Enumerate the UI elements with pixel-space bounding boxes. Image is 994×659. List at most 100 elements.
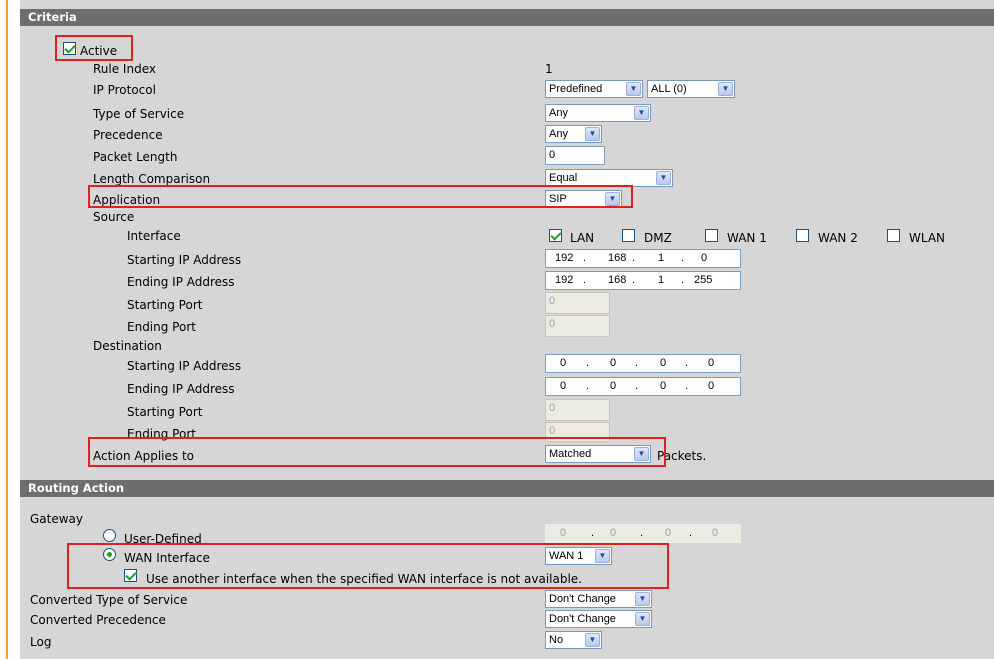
- src-end-ip-input[interactable]: 192. 168. 1. 255: [545, 271, 741, 290]
- precedence-value: Any: [549, 128, 568, 140]
- log-value: No: [549, 634, 564, 646]
- ip-octet: 0: [708, 357, 715, 369]
- application-label: Application: [93, 193, 161, 207]
- length-comparison-label: Length Comparison: [93, 172, 211, 186]
- application-select[interactable]: SIP ▼: [545, 190, 622, 208]
- packet-length-input[interactable]: 0: [545, 146, 605, 165]
- dst-end-port-label: Ending Port: [127, 427, 196, 441]
- rule-index-value: 1: [545, 62, 553, 76]
- source-interface-label: Interface: [127, 229, 181, 243]
- rule-index-label: Rule Index: [93, 62, 156, 76]
- ip-octet: 0: [712, 527, 719, 539]
- ip-octet: 0: [610, 380, 617, 392]
- left-accent-line: [6, 0, 8, 659]
- dst-start-ip-label: Starting IP Address: [127, 359, 242, 373]
- dst-end-port-input[interactable]: 0: [545, 422, 610, 442]
- ip-octet: 0: [560, 527, 567, 539]
- criteria-header: Criteria: [20, 9, 994, 26]
- application-value: SIP: [549, 193, 567, 205]
- src-start-ip-label: Starting IP Address: [127, 253, 242, 267]
- log-label: Log: [30, 635, 52, 649]
- dst-start-port-label: Starting Port: [127, 405, 203, 419]
- ip-octet: 1: [658, 252, 665, 264]
- ip-octet: 192: [555, 274, 574, 286]
- ip-protocol-select[interactable]: Predefined ▼: [545, 80, 643, 98]
- length-comparison-select[interactable]: Equal ▼: [545, 169, 673, 187]
- ip-octet: 1: [658, 274, 665, 286]
- src-end-port-input[interactable]: 0: [545, 315, 610, 337]
- fallback-interface-checkbox[interactable]: [124, 569, 137, 582]
- converted-tos-value: Don't Change: [549, 593, 616, 605]
- user-defined-radio[interactable]: [103, 529, 116, 542]
- chevron-down-icon: ▼: [635, 592, 650, 606]
- active-label: Active: [80, 44, 118, 58]
- ip-protocol-number-value: ALL (0): [651, 83, 687, 95]
- interface-wan1-checkbox[interactable]: [705, 229, 718, 242]
- dst-start-port-input[interactable]: 0: [545, 399, 610, 421]
- precedence-label: Precedence: [93, 128, 163, 142]
- chevron-down-icon: ▼: [634, 447, 649, 461]
- packets-label: Packets.: [657, 449, 707, 463]
- chevron-down-icon: ▼: [656, 171, 671, 185]
- interface-wan1-label: WAN 1: [727, 231, 767, 245]
- ip-octet: 0: [610, 357, 617, 369]
- converted-precedence-label: Converted Precedence: [30, 613, 166, 627]
- interface-wlan-label: WLAN: [909, 231, 946, 245]
- precedence-select[interactable]: Any ▼: [545, 125, 602, 143]
- ip-octet: 0: [665, 527, 672, 539]
- tos-select[interactable]: Any ▼: [545, 104, 651, 122]
- ip-octet: 0: [660, 380, 667, 392]
- ip-protocol-number-select[interactable]: ALL (0) ▼: [647, 80, 735, 98]
- active-checkbox[interactable]: [63, 42, 76, 55]
- routing-action-header: Routing Action: [20, 480, 994, 497]
- converted-tos-label: Converted Type of Service: [30, 593, 188, 607]
- chevron-down-icon: ▼: [585, 633, 600, 647]
- wan-interface-select[interactable]: WAN 1 ▼: [545, 547, 612, 565]
- dst-end-ip-input[interactable]: 0. 0. 0. 0: [545, 377, 741, 396]
- source-label: Source: [93, 210, 135, 224]
- ip-octet: 0: [660, 357, 667, 369]
- ip-octet: 192: [555, 252, 574, 264]
- ip-octet: 0: [610, 527, 617, 539]
- chevron-down-icon: ▼: [626, 82, 641, 96]
- src-start-port-label: Starting Port: [127, 298, 203, 312]
- log-select[interactable]: No ▼: [545, 631, 602, 649]
- user-defined-label: User-Defined: [124, 532, 202, 546]
- tos-value: Any: [549, 107, 568, 119]
- interface-wan2-label: WAN 2: [818, 231, 858, 245]
- chevron-down-icon: ▼: [605, 192, 620, 206]
- ip-octet: 255: [694, 274, 713, 286]
- chevron-down-icon: ▼: [634, 106, 649, 120]
- interface-wan2-checkbox[interactable]: [796, 229, 809, 242]
- ip-octet: 0: [560, 380, 567, 392]
- ip-octet: 168: [608, 274, 627, 286]
- src-end-port-label: Ending Port: [127, 320, 196, 334]
- ip-octet: 0: [708, 380, 715, 392]
- action-applies-label: Action Applies to: [93, 449, 195, 463]
- packet-length-label: Packet Length: [93, 150, 178, 164]
- converted-precedence-select[interactable]: Don't Change ▼: [545, 610, 652, 628]
- user-defined-ip-input[interactable]: 0. 0. 0. 0: [545, 524, 741, 543]
- dst-start-ip-input[interactable]: 0. 0. 0. 0: [545, 354, 741, 373]
- wan-interface-label: WAN Interface: [124, 551, 210, 565]
- ip-protocol-label: IP Protocol: [93, 83, 156, 97]
- gateway-label: Gateway: [30, 512, 84, 526]
- fallback-interface-label: Use another interface when the specified…: [146, 572, 582, 586]
- interface-lan-checkbox[interactable]: [549, 229, 562, 242]
- chevron-down-icon: ▼: [718, 82, 733, 96]
- action-applies-select[interactable]: Matched ▼: [545, 445, 651, 463]
- dst-end-ip-label: Ending IP Address: [127, 382, 235, 396]
- wan-interface-radio[interactable]: [103, 548, 116, 561]
- src-start-port-input[interactable]: 0: [545, 292, 610, 314]
- chevron-down-icon: ▼: [635, 612, 650, 626]
- converted-precedence-value: Don't Change: [549, 613, 616, 625]
- ip-octet: 0: [560, 357, 567, 369]
- chevron-down-icon: ▼: [595, 549, 610, 563]
- src-start-ip-input[interactable]: 192. 168. 1. 0: [545, 249, 741, 268]
- interface-dmz-checkbox[interactable]: [622, 229, 635, 242]
- converted-tos-select[interactable]: Don't Change ▼: [545, 590, 652, 608]
- src-end-ip-label: Ending IP Address: [127, 275, 235, 289]
- ip-octet: 0: [701, 252, 708, 264]
- interface-wlan-checkbox[interactable]: [887, 229, 900, 242]
- destination-label: Destination: [93, 339, 162, 353]
